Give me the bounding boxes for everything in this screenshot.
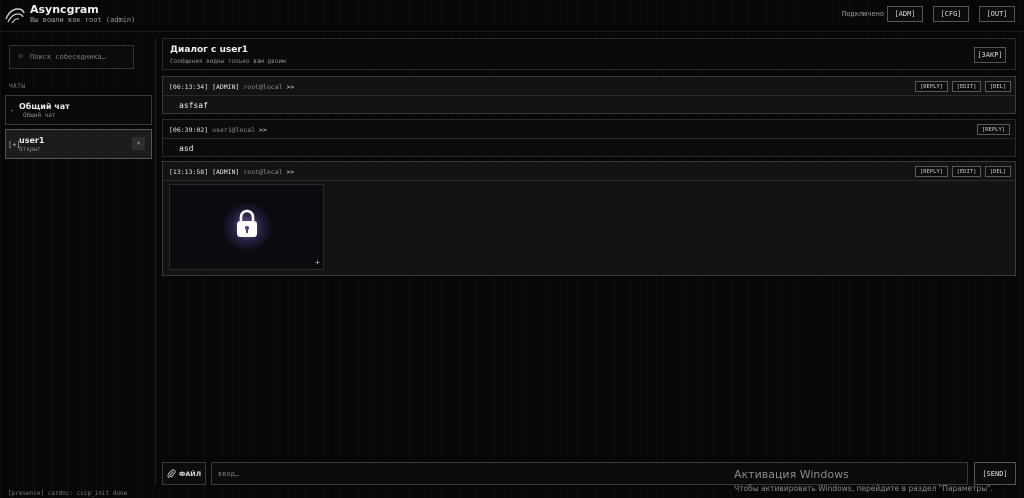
message-user: root@local: [243, 83, 283, 91]
message-time: [06:39:02]: [169, 126, 209, 134]
message-arrow: >>: [259, 126, 267, 134]
message-input[interactable]: [211, 462, 968, 485]
status-bar: [presence] cardnc: сccp_init done: [8, 490, 128, 497]
search-input[interactable]: [30, 48, 130, 66]
message-time: [06:13:34]: [169, 83, 209, 91]
sidebar: ⌕ ЧАТЫ • Общий чат Общий чат [+] user1 О…: [0, 38, 156, 485]
message-header: [06:13:34] [ADMIN] root@local >> [REPLY]…: [163, 77, 1015, 96]
chat-name: user1: [19, 136, 45, 145]
app-header: Asyncgram Вы вошли как root (admin) Подк…: [0, 0, 1024, 32]
search-box: ⌕: [9, 45, 134, 69]
close-chat-icon[interactable]: ×: [132, 137, 145, 150]
chat-subtitle: Открыт: [19, 146, 41, 153]
chat-item-user1[interactable]: [+] user1 Открыт ×: [5, 129, 152, 159]
message-item: [06:13:34] [ADMIN] root@local >> [REPLY]…: [162, 76, 1016, 114]
message-text: asd: [179, 144, 194, 153]
reply-button[interactable]: [REPLY]: [915, 166, 948, 177]
chats-section-label: ЧАТЫ: [9, 83, 26, 90]
logout-button[interactable]: [OUT]: [979, 6, 1015, 22]
image-attachment[interactable]: +: [169, 184, 324, 270]
reply-button[interactable]: [REPLY]: [915, 81, 948, 92]
message-item: [13:13:58] [ADMIN] root@local >> [REPLY]…: [162, 161, 1016, 276]
message-composer: ФАЙЛ [SEND]: [162, 462, 1016, 486]
search-icon: ⌕: [18, 52, 24, 62]
message-arrow: >>: [286, 168, 295, 176]
chat-main: Диалог с user1 Сообщения видны только ва…: [162, 38, 1016, 485]
close-dialog-button[interactable]: [ЗАКР]: [974, 47, 1006, 63]
message-text: asfsaf: [179, 101, 208, 110]
logged-in-as: Вы вошли как root (admin): [30, 16, 136, 24]
send-button[interactable]: [SEND]: [974, 462, 1016, 485]
dialog-title: Диалог с user1: [170, 45, 249, 55]
message-time: [13:13:58]: [169, 168, 209, 176]
message-meta: [06:39:02] user1@local >>: [169, 126, 267, 134]
dialog-header: Диалог с user1 Сообщения видны только ва…: [162, 38, 1016, 70]
delete-button[interactable]: [DEL]: [985, 81, 1011, 92]
message-meta: [13:13:58] [ADMIN] root@local >>: [169, 168, 294, 176]
message-meta: [06:13:34] [ADMIN] root@local >>: [169, 83, 294, 91]
lock-icon: [237, 209, 257, 237]
expand-icon[interactable]: +: [315, 258, 320, 267]
delete-button[interactable]: [DEL]: [985, 166, 1011, 177]
chat-subtitle: Общий чат: [23, 112, 56, 119]
message-header: [06:39:02] user1@local >> [REPLY]: [163, 120, 1015, 139]
app-logo-icon: [5, 8, 25, 24]
chat-item-general[interactable]: • Общий чат Общий чат: [5, 95, 152, 125]
attach-file-label: ФАЙЛ: [178, 469, 202, 478]
message-user: root@local: [243, 168, 283, 176]
dialog-subtitle: Сообщения видны только вам двоим: [170, 58, 286, 65]
message-role: [ADMIN]: [212, 168, 240, 176]
admin-button[interactable]: [ADM]: [887, 6, 923, 22]
reply-button[interactable]: [REPLY]: [977, 124, 1010, 135]
attach-file-button[interactable]: ФАЙЛ: [162, 462, 206, 485]
config-button[interactable]: [CFG]: [933, 6, 969, 22]
chat-name: Общий чат: [19, 102, 70, 111]
message-role: [ADMIN]: [212, 83, 240, 91]
edit-button[interactable]: [EDIT]: [952, 81, 981, 92]
message-user: user1@local: [212, 126, 256, 134]
connection-status: Подключено: [842, 10, 885, 18]
app-title: Asyncgram: [30, 3, 99, 16]
message-item: [06:39:02] user1@local >> [REPLY] asd: [162, 119, 1016, 157]
paperclip-icon: [167, 469, 176, 478]
message-header: [13:13:58] [ADMIN] root@local >> [REPLY]…: [163, 162, 1015, 181]
edit-button[interactable]: [EDIT]: [952, 166, 981, 177]
chat-dot-icon: •: [10, 108, 14, 115]
message-arrow: >>: [286, 83, 295, 91]
